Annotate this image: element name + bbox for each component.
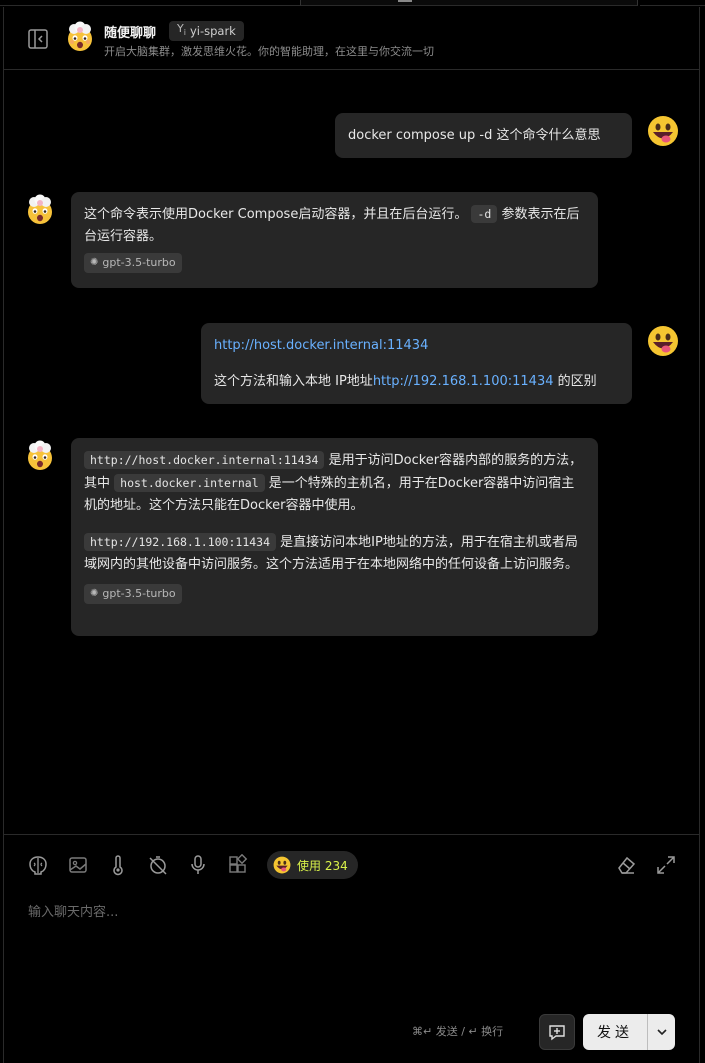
model-tag-label: gpt-3.5-turbo — [102, 256, 176, 269]
image-icon[interactable] — [67, 854, 89, 876]
openai-icon: ✺ — [90, 257, 99, 268]
eraser-icon[interactable] — [615, 854, 637, 876]
send-button-group: 发送 — [583, 1014, 675, 1050]
inline-code: http://host.docker.internal:11434 — [84, 451, 325, 469]
yi-logo-icon: Yi — [177, 21, 186, 38]
thermometer-icon[interactable] — [107, 854, 129, 876]
usage-indicator[interactable]: 使用 234 — [267, 851, 358, 879]
user-bubble: docker compose up -d 这个命令什么意思 — [335, 113, 632, 158]
model-tag: ✺ gpt-3.5-turbo — [84, 584, 182, 604]
expand-icon[interactable] — [655, 854, 677, 876]
page-subtitle: 开启大脑集群，激发思维火花。你的智能助理，在这里与你交流一切 — [104, 45, 434, 58]
send-options-button[interactable] — [647, 1014, 675, 1050]
inline-code: -d — [471, 205, 498, 223]
microphone-icon[interactable] — [187, 854, 209, 876]
sidebar-toggle-icon[interactable] — [27, 28, 49, 50]
model-tag: ✺ gpt-3.5-turbo — [84, 253, 182, 273]
model-tag-label: gpt-3.5-turbo — [102, 587, 176, 600]
assistant-avatar-icon — [28, 440, 52, 470]
page-title: 随便聊聊 — [104, 26, 157, 41]
shortcut-hint: ⌘↵ 发送 / ↵ 换行 — [412, 1025, 504, 1038]
plugin-icon[interactable] — [227, 854, 249, 876]
timer-off-icon[interactable] — [147, 854, 169, 876]
chat-input[interactable]: 输入聊天内容... — [28, 901, 118, 920]
chevron-down-icon — [656, 1029, 667, 1036]
user-bubble: http://host.docker.internal:11434 这个方法和输… — [201, 323, 632, 404]
message-link[interactable]: http://host.docker.internal:11434 — [214, 335, 619, 357]
assistant-bubble: http://host.docker.internal:11434 是用于访问D… — [71, 438, 598, 636]
chat-header: 随便聊聊 Yi yi-spark 开启大脑集群，激发思维火花。你的智能助理，在这… — [4, 7, 699, 70]
message-link[interactable]: http://192.168.1.100:11434 — [373, 374, 554, 389]
inline-code: http://192.168.1.100:11434 — [84, 533, 277, 551]
message-text: docker compose up -d 这个命令什么意思 — [348, 128, 601, 143]
chat-input-area: 使用 234 输入聊天内容... ⌘↵ 发送 / ↵ 换行 发送 — [4, 834, 699, 1063]
model-badge[interactable]: Yi yi-spark — [169, 21, 244, 41]
chat-window: 随便聊聊 Yi yi-spark 开启大脑集群，激发思维火花。你的智能助理，在这… — [3, 7, 700, 1063]
message-text: 的区别 — [557, 374, 597, 389]
window-tab-strip — [0, 0, 705, 7]
message-text: 这个命令表示使用Docker Compose启动容器，并且在后台运行。 — [84, 207, 468, 222]
user-avatar-icon — [273, 856, 291, 874]
assistant-avatar-icon — [28, 194, 52, 224]
assistant-avatar-icon — [68, 21, 92, 51]
message-plus-icon — [549, 1025, 565, 1041]
message-text: 这个方法和输入本地 IP地址 — [214, 374, 373, 389]
user-avatar-icon — [648, 116, 678, 146]
usage-label: 使用 234 — [297, 858, 348, 873]
assistant-bubble: 这个命令表示使用Docker Compose启动容器，并且在后台运行。 -d 参… — [71, 192, 598, 288]
openai-icon: ✺ — [90, 588, 99, 599]
new-topic-button[interactable] — [539, 1014, 575, 1050]
user-avatar-icon — [648, 326, 678, 356]
send-button[interactable]: 发送 — [583, 1014, 647, 1050]
inline-code: host.docker.internal — [114, 474, 265, 492]
brain-icon[interactable] — [27, 854, 49, 876]
active-tab[interactable] — [300, 0, 638, 6]
model-badge-label: yi-spark — [189, 24, 236, 38]
